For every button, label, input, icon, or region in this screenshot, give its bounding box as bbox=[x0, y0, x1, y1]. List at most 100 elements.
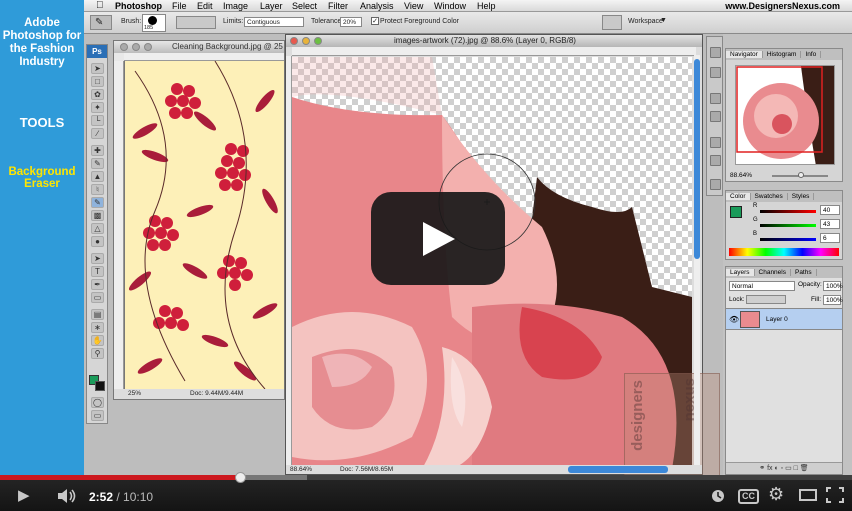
play-icon[interactable]: ▶ bbox=[18, 488, 30, 504]
magic-wand-icon[interactable]: ✦ bbox=[91, 102, 104, 113]
tab-swatches[interactable]: Swatches bbox=[750, 193, 788, 200]
marquee-tool-icon[interactable]: □ bbox=[91, 76, 104, 87]
doc1-zoom[interactable]: 25% bbox=[128, 389, 141, 399]
eyedropper-icon[interactable]: ∗ bbox=[91, 322, 104, 333]
scroll-thumb[interactable] bbox=[694, 59, 700, 259]
minimize-icon[interactable] bbox=[132, 43, 140, 51]
actions-panel-icon[interactable] bbox=[710, 67, 721, 78]
apple-icon[interactable]:  bbox=[96, 0, 104, 12]
tool-preset-picker[interactable]: ✎ bbox=[90, 15, 112, 30]
brush-picker[interactable]: 185 bbox=[142, 14, 166, 32]
hand-tool-icon[interactable]: ✋ bbox=[91, 335, 104, 346]
horizontal-scroll-thumb[interactable] bbox=[568, 466, 668, 473]
quick-mask-icon[interactable]: ◯ bbox=[91, 397, 104, 408]
app-name[interactable]: Photoshop bbox=[115, 0, 162, 12]
shape-tool-icon[interactable]: ▭ bbox=[91, 292, 104, 303]
theater-mode-icon[interactable] bbox=[799, 489, 817, 501]
layers-footer-buttons[interactable]: ⚭ fx ◐ ◦ ▭ □ 🗑 bbox=[726, 462, 842, 474]
menu-image[interactable]: Image bbox=[223, 0, 248, 12]
background-eraser-icon[interactable]: ✎ bbox=[91, 197, 104, 208]
paragraph-panel-icon[interactable] bbox=[710, 155, 721, 166]
notes-tool-icon[interactable]: ▤ bbox=[91, 309, 104, 320]
g-slider[interactable] bbox=[760, 224, 816, 227]
menu-help[interactable]: Help bbox=[477, 0, 496, 12]
character-panel-icon[interactable] bbox=[710, 137, 721, 148]
captions-icon[interactable]: CC bbox=[738, 489, 759, 504]
history-brush-icon[interactable]: ♮ bbox=[91, 184, 104, 195]
b-value[interactable]: 6 bbox=[820, 233, 840, 243]
navigator-zoom[interactable]: 88.64% bbox=[730, 170, 752, 181]
tab-navigator[interactable]: Navigator bbox=[726, 51, 763, 58]
workspace-menu[interactable]: Workspace bbox=[628, 18, 663, 25]
protect-checkbox[interactable]: ✓ bbox=[371, 17, 379, 25]
menu-filter[interactable]: Filter bbox=[328, 0, 348, 12]
layer-comps-icon[interactable] bbox=[710, 179, 721, 190]
stamp-tool-icon[interactable]: ▲ bbox=[91, 171, 104, 182]
tab-info[interactable]: Info bbox=[801, 51, 822, 58]
r-slider[interactable] bbox=[760, 210, 816, 213]
menu-edit[interactable]: Edit bbox=[197, 0, 213, 12]
tab-layers[interactable]: Layers bbox=[726, 269, 755, 276]
doc2-zoom[interactable]: 88.64% bbox=[290, 465, 312, 474]
fullscreen-icon[interactable] bbox=[826, 487, 844, 507]
zoom-icon[interactable] bbox=[144, 43, 152, 51]
color-spectrum-bar[interactable] bbox=[729, 248, 839, 256]
b-slider[interactable] bbox=[760, 238, 816, 241]
tab-channels[interactable]: Channels bbox=[754, 269, 791, 276]
menu-layer[interactable]: Layer bbox=[260, 0, 283, 12]
watch-later-icon[interactable] bbox=[710, 488, 726, 508]
g-value[interactable]: 43 bbox=[820, 219, 840, 229]
fill-field[interactable]: 100% bbox=[823, 295, 843, 305]
r-value[interactable]: 40 bbox=[820, 205, 840, 215]
path-select-icon[interactable]: ➤ bbox=[91, 253, 104, 264]
dodge-tool-icon[interactable]: ● bbox=[91, 236, 104, 247]
progress-bar[interactable] bbox=[0, 472, 852, 483]
menu-select[interactable]: Select bbox=[292, 0, 317, 12]
brushes-panel-icon[interactable] bbox=[710, 111, 721, 122]
gradient-tool-icon[interactable]: ▩ bbox=[91, 210, 104, 221]
doc2-title[interactable]: images-artwork (72).jpg @ 88.6% (Layer 0… bbox=[286, 35, 702, 47]
tool-presets-icon[interactable] bbox=[710, 93, 721, 104]
type-tool-icon[interactable]: T bbox=[91, 266, 104, 277]
layer-name[interactable]: Layer 0 bbox=[766, 316, 788, 323]
zoom-tool-icon[interactable]: ⚲ bbox=[91, 348, 104, 359]
menu-file[interactable]: File bbox=[172, 0, 187, 12]
navigator-thumbnail[interactable] bbox=[735, 65, 835, 165]
color-foreground-swatch[interactable] bbox=[730, 206, 742, 218]
brush-tool-icon[interactable]: ✎ bbox=[91, 158, 104, 169]
minimize-icon[interactable] bbox=[302, 37, 310, 45]
palette-well-button[interactable] bbox=[602, 15, 622, 30]
vertical-scrollbar[interactable] bbox=[694, 55, 700, 465]
opacity-field[interactable]: 100% bbox=[823, 281, 843, 291]
play-button-overlay[interactable] bbox=[371, 192, 505, 285]
tolerance-field[interactable]: 20% bbox=[340, 17, 362, 27]
move-tool-icon[interactable]: ➤ bbox=[91, 63, 104, 74]
eye-icon[interactable]: 👁 bbox=[729, 315, 739, 324]
slice-tool-icon[interactable]: ∕ bbox=[91, 128, 104, 139]
blend-mode-select[interactable]: Normal bbox=[729, 281, 795, 291]
volume-icon[interactable] bbox=[57, 488, 77, 508]
healing-tool-icon[interactable]: ✚ bbox=[91, 145, 104, 156]
zoom-icon[interactable] bbox=[314, 37, 322, 45]
lasso-tool-icon[interactable]: ✿ bbox=[91, 89, 104, 100]
navigator-slider-knob[interactable] bbox=[798, 172, 804, 178]
menu-analysis[interactable]: Analysis bbox=[360, 0, 394, 12]
close-icon[interactable] bbox=[290, 37, 298, 45]
screen-mode-icon[interactable]: ▭ bbox=[91, 410, 104, 421]
tab-styles[interactable]: Styles bbox=[787, 193, 815, 200]
tab-paths[interactable]: Paths bbox=[790, 269, 817, 276]
limits-select[interactable]: Contiguous bbox=[244, 17, 304, 27]
close-icon[interactable] bbox=[120, 43, 128, 51]
menu-window[interactable]: Window bbox=[434, 0, 466, 12]
menu-view[interactable]: View bbox=[404, 0, 423, 12]
settings-gear-icon[interactable]: ⚙ bbox=[768, 485, 784, 503]
sampling-buttons[interactable] bbox=[176, 16, 216, 29]
crop-tool-icon[interactable]: └ bbox=[91, 115, 104, 126]
tab-histogram[interactable]: Histogram bbox=[762, 51, 802, 58]
layer-row[interactable]: 👁 Layer 0 bbox=[726, 308, 842, 330]
history-panel-icon[interactable] bbox=[710, 47, 721, 58]
lock-buttons[interactable] bbox=[746, 295, 786, 304]
pen-tool-icon[interactable]: ✒ bbox=[91, 279, 104, 290]
blur-tool-icon[interactable]: △ bbox=[91, 223, 104, 234]
tab-color[interactable]: Color bbox=[726, 193, 751, 200]
